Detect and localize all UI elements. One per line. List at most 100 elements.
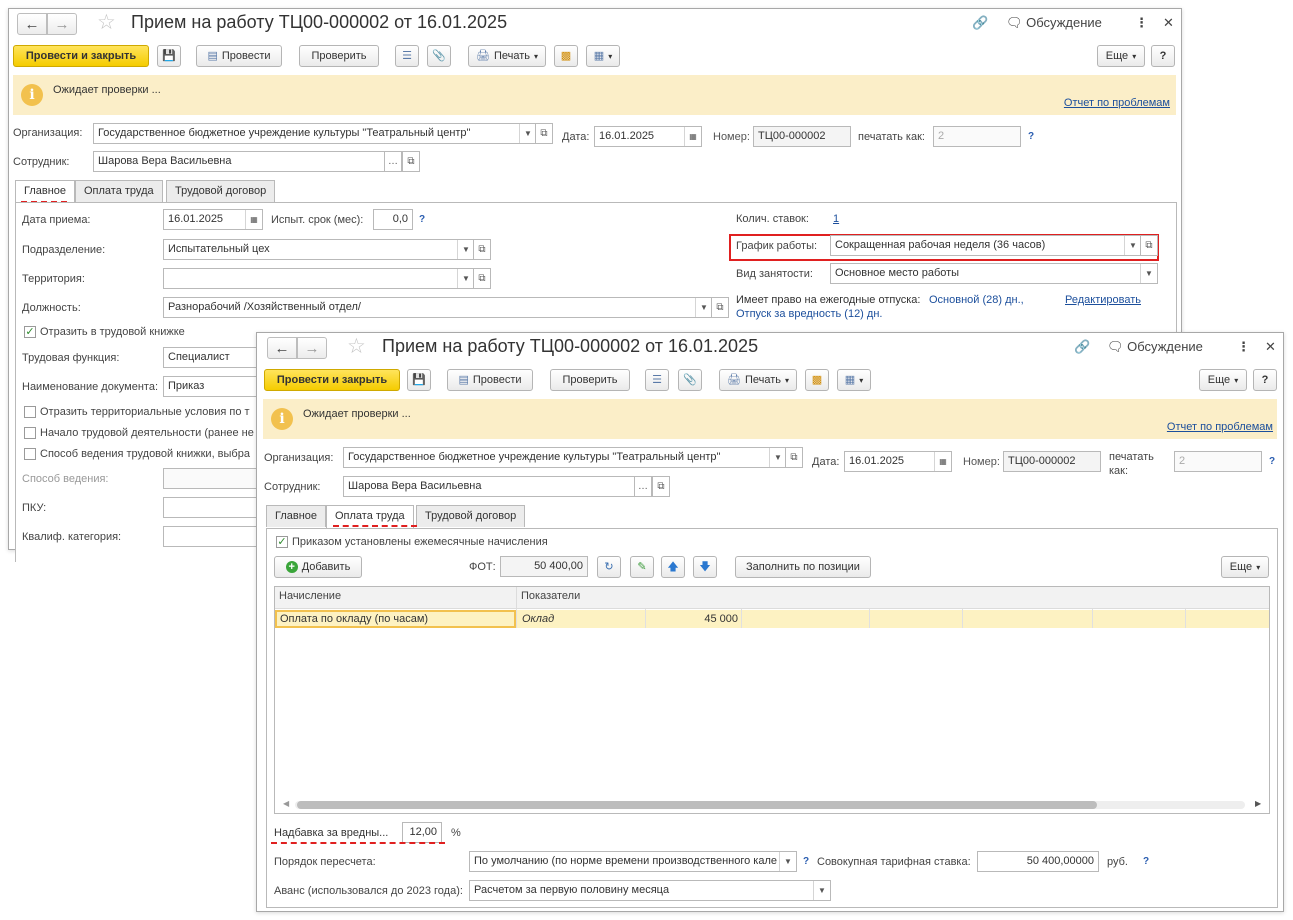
problems-report-link[interactable]: Отчет по проблемам (1167, 421, 1273, 433)
scrollbar-thumb[interactable] (297, 801, 1097, 809)
date-field[interactable]: 16.01.2025 ▦ (594, 126, 702, 147)
post-and-close-button[interactable]: Провести и закрыть (13, 45, 149, 67)
open-icon[interactable]: ⧉ (473, 239, 491, 260)
problems-report-link[interactable]: Отчет по проблемам (1064, 97, 1170, 109)
tab-payment[interactable]: Оплата труда (75, 180, 163, 202)
rates-link[interactable]: 1 (833, 213, 839, 225)
save-icon[interactable]: 💾 (157, 45, 181, 67)
arrow-left-icon[interactable]: ← (267, 337, 297, 359)
number-field[interactable]: ТЦ00-000002 (1003, 451, 1101, 472)
list-icon[interactable]: ☰ (645, 369, 669, 391)
post-and-close-button[interactable]: Провести и закрыть (264, 369, 400, 391)
open-icon[interactable]: ⧉ (652, 476, 670, 497)
create-based-on-icon[interactable]: ▦ ▾ (837, 369, 871, 391)
kebab-icon[interactable]: ⋮ (1135, 15, 1148, 31)
star-icon[interactable]: ☆ (347, 335, 366, 359)
calendar-icon[interactable]: ▦ (684, 127, 701, 146)
close-icon[interactable]: ✕ (1163, 15, 1174, 31)
create-based-on-icon[interactable]: ▦ ▾ (586, 45, 620, 67)
calendar-icon[interactable]: ▦ (934, 452, 951, 471)
report-icon[interactable]: ▩ (805, 369, 829, 391)
work-start-checkbox[interactable] (24, 427, 36, 439)
chevron-down-icon[interactable]: ▼ (519, 124, 536, 143)
select-icon[interactable]: … (384, 151, 402, 172)
check-button[interactable]: Проверить (299, 45, 379, 67)
recalc-order-field[interactable]: По умолчанию (по норме времени производс… (469, 851, 797, 872)
chevron-down-icon[interactable]: ▼ (1124, 236, 1141, 255)
territorial-conditions-checkbox[interactable] (24, 406, 36, 418)
select-icon[interactable]: … (634, 476, 652, 497)
post-button[interactable]: ▤ Провести (196, 45, 282, 67)
workbook-method-checkbox[interactable] (24, 448, 36, 460)
add-button[interactable]: + Добавить (274, 556, 362, 578)
help-icon[interactable]: ? (803, 856, 809, 867)
arrow-right-icon[interactable]: → (297, 337, 327, 359)
qualification-field[interactable] (163, 526, 263, 547)
more-button[interactable]: Еще ▾ (1199, 369, 1247, 391)
tab-main[interactable]: Главное (15, 180, 76, 203)
chevron-down-icon[interactable]: ▼ (695, 298, 712, 317)
employee-field[interactable]: Шарова Вера Васильевна (343, 476, 653, 497)
pku-field[interactable] (163, 497, 263, 518)
table-more-button[interactable]: Еще ▾ (1221, 556, 1269, 578)
method-field[interactable] (163, 468, 263, 489)
print-button[interactable]: 🖨 Печать ▾ (468, 45, 546, 67)
table-row[interactable]: Оплата по окладу (по часам) Оклад 45 000 (275, 610, 1269, 628)
check-button[interactable]: Проверить (550, 369, 630, 391)
document-name-field[interactable]: Приказ (163, 376, 263, 397)
date-field[interactable]: 16.01.2025 ▦ (844, 451, 952, 472)
tab-contract[interactable]: Трудовой договор (416, 505, 526, 527)
indicator-value-cell[interactable]: 45 000 (646, 610, 742, 628)
organization-field[interactable]: Государственное бюджетное учреждение кул… (93, 123, 537, 144)
employment-type-field[interactable]: Основное место работы ▼ (830, 263, 1158, 284)
number-field[interactable]: ТЦ00-000002 (753, 126, 851, 147)
help-button[interactable]: ? (1253, 369, 1277, 391)
probation-field[interactable]: 0,0 (373, 209, 413, 230)
column-header-accrual[interactable]: Начисление (275, 587, 516, 608)
edit-vacation-link[interactable]: Редактировать (1065, 294, 1141, 306)
hazard-bonus-field[interactable]: 12,00 (402, 822, 442, 843)
labor-function-field[interactable]: Специалист (163, 347, 263, 368)
column-header-indicators[interactable]: Показатели (516, 587, 816, 608)
chevron-down-icon[interactable]: ▼ (1140, 264, 1157, 283)
help-icon[interactable]: ? (1143, 856, 1149, 867)
total-rate-field[interactable]: 50 400,00000 (977, 851, 1099, 872)
kebab-icon[interactable]: ⋮ (1237, 339, 1250, 355)
move-up-icon[interactable]: 🡅 (661, 556, 685, 578)
advance-field[interactable]: Расчетом за первую половину месяца ▼ (469, 880, 831, 901)
link-icon[interactable]: 🔗 (972, 15, 988, 31)
open-icon[interactable]: ⧉ (535, 123, 553, 144)
open-icon[interactable]: ⧉ (785, 447, 803, 468)
print-as-field[interactable]: 2 (1174, 451, 1262, 472)
move-down-icon[interactable]: 🡇 (693, 556, 717, 578)
paperclip-icon[interactable]: 📎 (678, 369, 702, 391)
indicator-cell[interactable]: Оклад (518, 610, 646, 628)
position-field[interactable]: Разнорабочий /Хозяйственный отдел/ ▼ (163, 297, 713, 318)
help-icon[interactable]: ? (1269, 456, 1275, 467)
monthly-accruals-checkbox[interactable]: ✓ (276, 536, 288, 548)
fot-field[interactable]: 50 400,00 (500, 556, 588, 577)
accrual-cell[interactable]: Оплата по окладу (по часам) (275, 610, 516, 628)
chevron-down-icon[interactable]: ▼ (779, 852, 796, 871)
refresh-icon[interactable]: ↻ (597, 556, 621, 578)
arrow-right-icon[interactable]: → (47, 13, 77, 35)
close-icon[interactable]: ✕ (1265, 339, 1276, 355)
fill-by-position-button[interactable]: Заполнить по позиции (735, 556, 871, 578)
chevron-down-icon[interactable]: ▼ (769, 448, 786, 467)
open-icon[interactable]: ⧉ (711, 297, 729, 318)
link-icon[interactable]: 🔗 (1074, 339, 1090, 355)
paperclip-icon[interactable]: 📎 (427, 45, 451, 67)
post-button[interactable]: ▤ Провести (447, 369, 533, 391)
organization-field[interactable]: Государственное бюджетное учреждение кул… (343, 447, 787, 468)
hire-date-field[interactable]: 16.01.2025 ▦ (163, 209, 263, 230)
calendar-icon[interactable]: ▦ (245, 210, 262, 229)
more-button[interactable]: Еще ▾ (1097, 45, 1145, 67)
tab-main[interactable]: Главное (266, 505, 327, 527)
save-icon[interactable]: 💾 (407, 369, 431, 391)
open-icon[interactable]: ⧉ (473, 268, 491, 289)
schedule-field[interactable]: Сокращенная рабочая неделя (36 часов) ▼ (830, 235, 1142, 256)
scroll-left-icon[interactable]: ◀ (283, 799, 289, 808)
scroll-right-icon[interactable]: ▶ (1255, 799, 1261, 808)
print-as-field[interactable]: 2 (933, 126, 1021, 147)
chevron-down-icon[interactable]: ▼ (457, 269, 474, 288)
